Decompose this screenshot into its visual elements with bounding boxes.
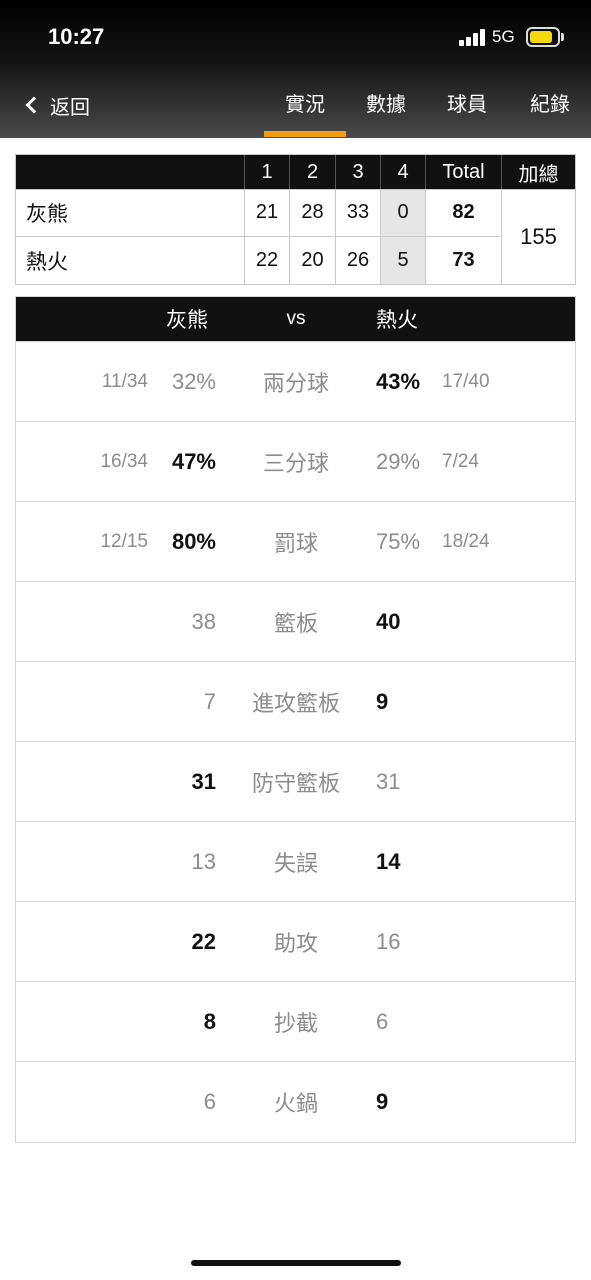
stat-row: 7 進攻籃板 9 — [16, 661, 575, 741]
tab-live[interactable]: 實況 — [264, 88, 346, 122]
combined-score: 155 — [520, 223, 557, 249]
home-stat-value: 31 — [191, 769, 216, 794]
stats-comparison: 灰熊 vs 熱火 11/34 32% 兩分球 43% 17/40 16/34 47% 三分球 2… — [15, 296, 576, 1143]
away-attempts: 18/24 — [442, 531, 490, 552]
stat-label: 兩分球 — [262, 372, 329, 397]
home-stat-value: 38 — [191, 609, 216, 634]
home-stat-value: 6 — [203, 1089, 216, 1114]
back-button[interactable]: 返回 — [22, 88, 90, 122]
home-stat-value: 32% — [171, 369, 216, 394]
header-combined: 加總 — [518, 161, 559, 186]
home-indicator[interactable] — [191, 1260, 401, 1266]
away-stat-value: 16 — [376, 929, 401, 954]
stat-label: 火鍋 — [273, 1092, 318, 1117]
away-stat-value: 9 — [376, 1089, 389, 1114]
status-time: 10:27 — [48, 24, 105, 49]
stat-row: 22 助攻 16 — [16, 901, 575, 981]
stats-header: 灰熊 vs 熱火 — [16, 297, 575, 341]
home-q1: 21 — [255, 201, 279, 223]
away-attempts: 7/24 — [442, 451, 479, 472]
chevron-left-icon — [25, 96, 43, 114]
network-type: 5G — [492, 27, 515, 46]
stat-label: 三分球 — [262, 452, 329, 477]
stat-row: 6 火鍋 9 — [16, 1061, 575, 1141]
stat-label: 籃板 — [273, 612, 318, 637]
stat-label: 進攻籃板 — [251, 692, 340, 717]
away-stat-value: 9 — [376, 689, 389, 714]
header-q1: 1 — [261, 160, 273, 183]
header-q2: 2 — [306, 160, 319, 183]
away-stat-value: 6 — [376, 1009, 389, 1034]
away-stat-value: 31 — [376, 769, 401, 794]
home-stat-value: 80% — [171, 529, 216, 554]
back-label: 返回 — [50, 94, 90, 119]
team-name-away: 熱火 — [26, 249, 68, 274]
stat-label: 罰球 — [273, 532, 318, 557]
away-stat-value: 40 — [376, 609, 401, 634]
home-attempts: 11/34 — [101, 371, 148, 392]
home-q4: 0 — [397, 201, 409, 223]
home-total: 82 — [452, 201, 475, 223]
score-table: 1 2 3 4 Total 加總 灰熊 21 28 33 0 82 熱火 22 … — [15, 154, 576, 285]
stat-row: 31 防守籃板 31 — [16, 741, 575, 821]
away-q2: 20 — [301, 249, 324, 271]
home-stat-value: 8 — [203, 1009, 216, 1034]
away-stat-value: 14 — [376, 849, 401, 874]
stat-row: 38 籃板 40 — [16, 581, 575, 661]
team-name-home: 灰熊 — [26, 201, 68, 226]
battery-tip — [561, 33, 564, 41]
away-q3: 26 — [346, 249, 370, 271]
battery-icon — [526, 27, 560, 47]
stat-label: 抄截 — [273, 1012, 318, 1037]
away-total: 73 — [452, 249, 475, 271]
home-attempts: 16/34 — [100, 451, 148, 472]
tab-players[interactable]: 球員 — [427, 88, 507, 122]
cellular-signal-icon — [459, 28, 485, 46]
away-q4: 5 — [397, 249, 409, 271]
header-q4: 4 — [397, 160, 409, 183]
home-attempts: 12/15 — [100, 531, 148, 552]
home-stat-value: 7 — [203, 689, 216, 714]
stats-away-team: 熱火 — [376, 308, 418, 332]
home-stat-value: 47% — [171, 449, 216, 474]
stat-label: 助攻 — [273, 932, 318, 957]
stat-row: 16/34 47% 三分球 29% 7/24 — [16, 421, 575, 501]
stats-vs: vs — [286, 308, 306, 329]
stats-home-team: 灰熊 — [166, 308, 208, 332]
header-q3: 3 — [352, 160, 364, 183]
stat-row: 12/15 80% 罰球 75% 18/24 — [16, 501, 575, 581]
stat-label: 失誤 — [273, 852, 318, 877]
home-q3: 33 — [346, 201, 370, 223]
stat-row: 13 失誤 14 — [16, 821, 575, 901]
away-attempts: 17/40 — [442, 371, 490, 392]
home-q2: 28 — [301, 201, 324, 223]
app-header: 10:27 5G 返回 實況 數據 球員 紀錄 — [0, 0, 591, 138]
header-total: Total — [442, 160, 485, 183]
tab-records[interactable]: 紀錄 — [509, 88, 591, 122]
stat-row: 11/34 32% 兩分球 43% 17/40 — [16, 341, 575, 421]
home-stat-value: 13 — [191, 849, 216, 874]
home-stat-value: 22 — [191, 929, 216, 954]
away-q1: 22 — [255, 249, 279, 271]
stat-label: 防守籃板 — [251, 772, 340, 797]
stat-row: 8 抄截 6 — [16, 981, 575, 1061]
tab-data[interactable]: 數據 — [346, 88, 426, 122]
active-tab-indicator — [264, 131, 346, 137]
